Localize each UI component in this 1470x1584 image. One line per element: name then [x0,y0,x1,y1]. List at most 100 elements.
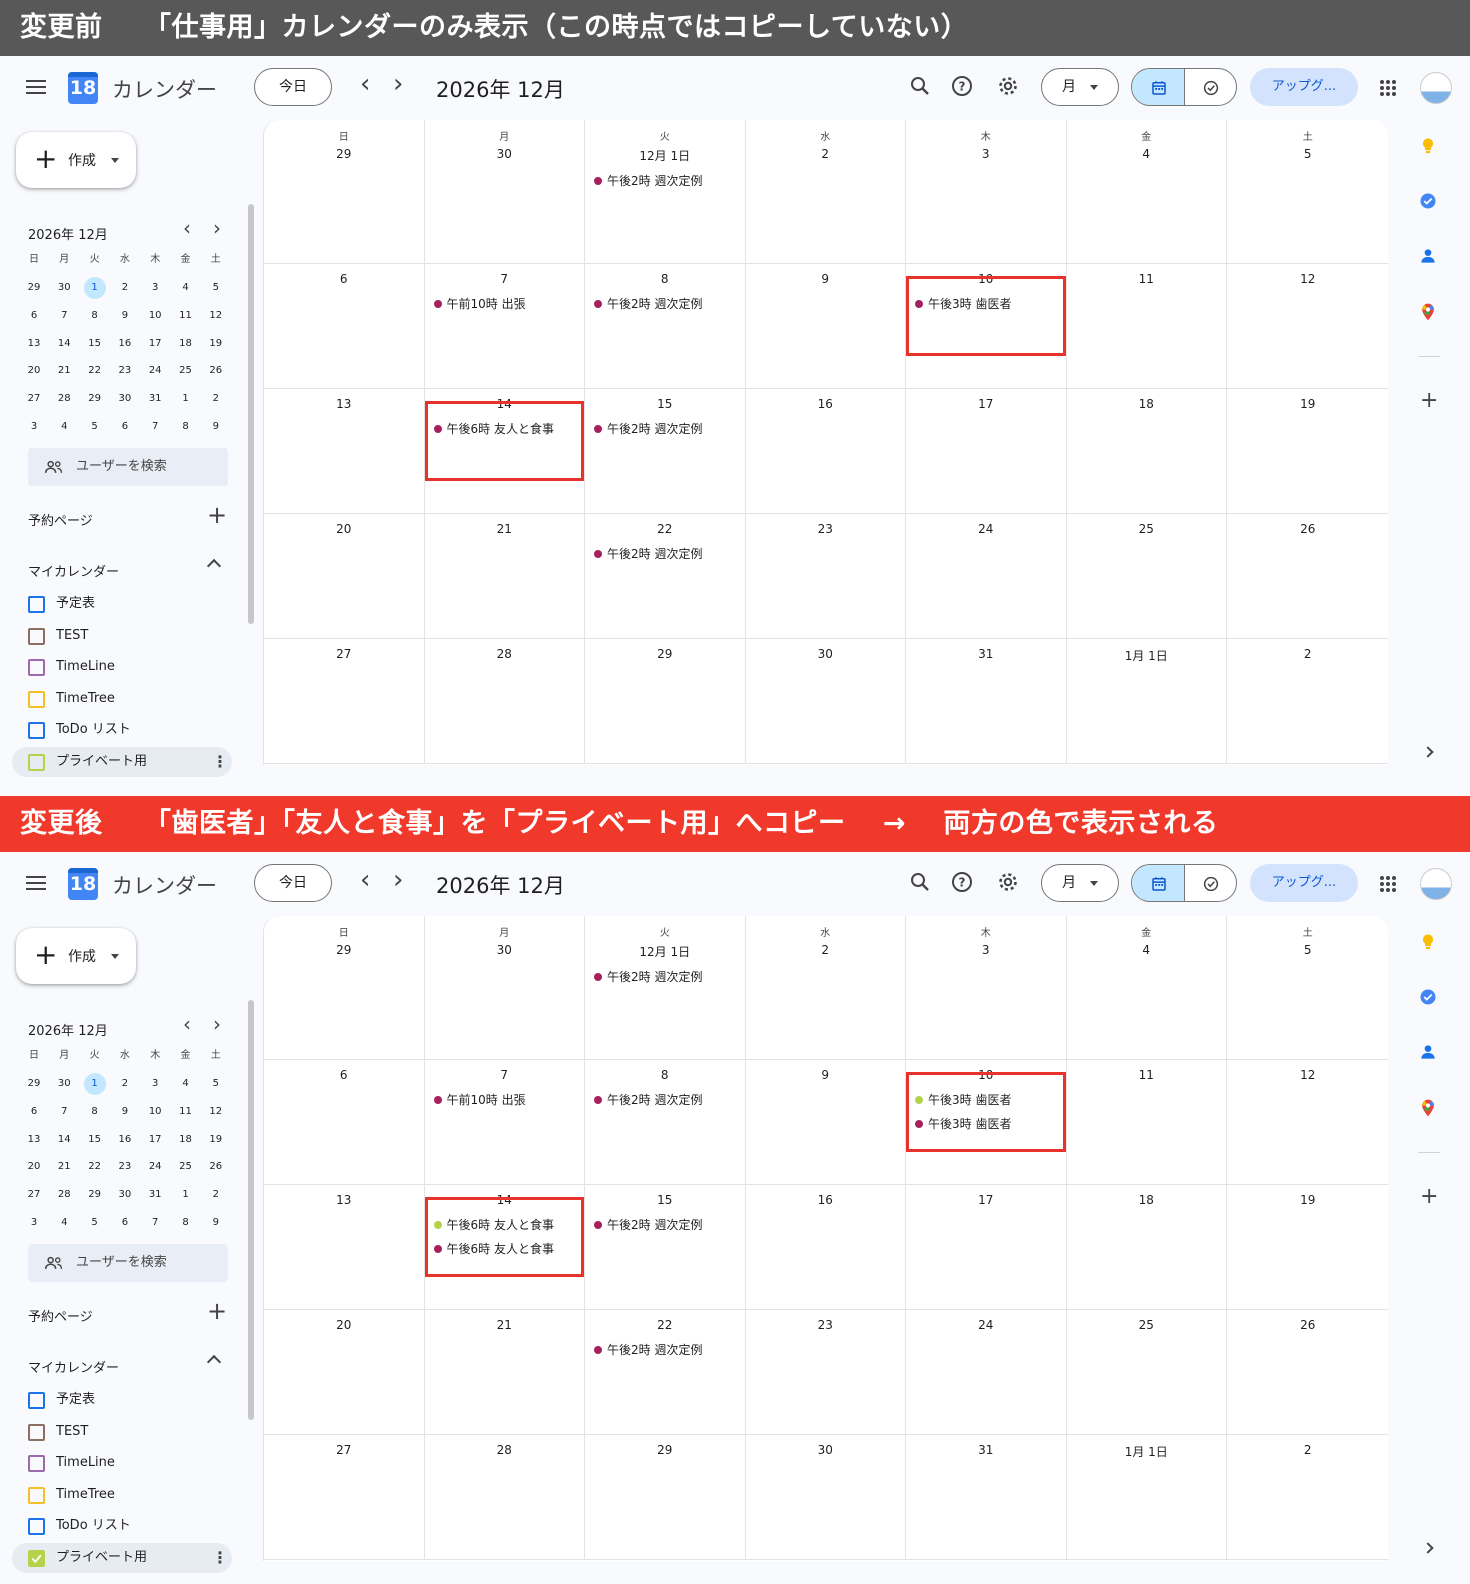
help-icon[interactable]: ? [950,74,976,100]
mini-day[interactable]: 8 [171,1209,201,1237]
day-number[interactable]: 7 [425,1068,585,1082]
day-number[interactable]: 31 [906,1443,1066,1457]
settings-gear-icon[interactable] [996,74,1022,100]
day-cell[interactable]: 6 [264,1060,425,1185]
mini-day[interactable]: 8 [171,413,201,441]
mini-day[interactable]: 12 [201,302,231,330]
mini-day[interactable]: 18 [171,330,201,358]
day-cell[interactable]: 月 30 [424,916,585,1060]
day-cell[interactable]: 20 [264,514,425,639]
mini-day[interactable]: 6 [19,1098,49,1126]
expand-side-panel-icon[interactable] [1422,1542,1434,1554]
day-cell[interactable]: 29 [585,639,746,764]
day-cell[interactable]: 1月 1日 [1066,1435,1227,1560]
mini-day[interactable]: 28 [49,385,79,413]
day-cell[interactable]: 6 [264,264,425,389]
mini-day[interactable]: 18 [171,1126,201,1154]
day-cell[interactable]: 9 [745,264,906,389]
sidebar-scrollbar[interactable] [248,1000,254,1420]
today-button[interactable]: 今日 [254,864,332,902]
account-avatar[interactable] [1420,72,1452,104]
day-cell[interactable]: 30 [745,639,906,764]
event-chip[interactable]: 午後2時 週次定例 [593,419,702,439]
mini-day[interactable]: 20 [19,1153,49,1181]
view-selector-dropdown[interactable]: 月 [1041,68,1119,106]
day-cell[interactable]: 12 [1227,1060,1388,1185]
day-cell[interactable]: 28 [424,639,585,764]
mini-day[interactable]: 14 [49,1126,79,1154]
event-chip[interactable]: 午後2時 週次定例 [593,1340,702,1360]
mini-day[interactable]: 6 [19,302,49,330]
calendar-list-item[interactable]: 予定表 [12,589,232,619]
more-options-icon[interactable]: ⋮ [212,747,228,777]
mini-day[interactable]: 27 [19,385,49,413]
event-chip[interactable]: 午前10時 出張 [433,294,526,314]
mini-day[interactable]: 29 [80,385,110,413]
mini-day[interactable]: 30 [49,274,79,302]
maps-icon[interactable] [1418,302,1438,322]
day-number[interactable]: 20 [264,1318,424,1332]
day-number[interactable]: 9 [746,272,906,286]
mini-day[interactable]: 9 [201,1209,231,1237]
day-cell[interactable]: 26 [1227,514,1388,639]
day-number[interactable]: 17 [906,1193,1066,1207]
day-number[interactable]: 11 [1067,272,1227,286]
mini-day[interactable]: 1 [80,274,110,302]
mini-day[interactable]: 4 [49,1209,79,1237]
mini-day[interactable]: 24 [140,357,170,385]
day-number[interactable]: 24 [906,522,1066,536]
mini-previous-icon[interactable]: ‹ [183,216,191,240]
calendar-list-item[interactable]: TimeTree [12,684,232,714]
mini-day[interactable]: 7 [140,1209,170,1237]
day-cell[interactable]: 25 [1066,514,1227,639]
day-number[interactable]: 29 [264,943,424,957]
mini-day[interactable]: 26 [201,357,231,385]
day-number[interactable]: 29 [585,1443,745,1457]
mini-day[interactable]: 16 [110,1126,140,1154]
mini-day[interactable]: 16 [110,330,140,358]
mini-day[interactable]: 2 [110,1070,140,1098]
chevron-up-icon[interactable] [206,558,222,574]
maps-icon[interactable] [1418,1098,1438,1118]
day-cell[interactable]: 8 [585,1060,746,1185]
mini-day[interactable]: 10 [140,1098,170,1126]
previous-month-icon[interactable]: ‹ [360,71,370,97]
tasks-view-toggle[interactable] [1185,865,1236,901]
day-number[interactable]: 19 [1227,397,1388,411]
day-number[interactable]: 21 [425,1318,585,1332]
get-addons-plus-icon[interactable]: + [1420,1186,1438,1208]
day-cell[interactable]: 24 [906,514,1067,639]
calendar-checkbox[interactable] [28,627,45,645]
chevron-up-icon[interactable] [206,1354,222,1370]
day-cell[interactable]: 7 [424,1060,585,1185]
day-number[interactable]: 11 [1067,1068,1227,1082]
day-cell[interactable]: 31 [906,639,1067,764]
calendar-checkbox[interactable] [28,1423,45,1441]
day-cell[interactable]: 土5 [1227,120,1388,264]
day-number[interactable]: 18 [1067,397,1227,411]
day-number[interactable]: 25 [1067,1318,1227,1332]
day-number[interactable]: 5 [1227,943,1388,957]
mini-day[interactable]: 7 [140,413,170,441]
calendar-checkbox[interactable] [28,690,45,708]
mini-day[interactable]: 7 [49,1098,79,1126]
mini-day[interactable]: 4 [49,413,79,441]
calendar-checkbox[interactable] [28,1518,45,1536]
day-number[interactable]: 17 [906,397,1066,411]
day-cell[interactable]: 火 12月 1日 [585,916,746,1060]
day-number[interactable]: 28 [425,647,585,661]
tasks-icon[interactable] [1418,191,1438,211]
day-cell[interactable]: 1月 1日 [1066,639,1227,764]
day-cell[interactable]: 2 [1227,1435,1388,1560]
day-cell[interactable]: 9 [745,1060,906,1185]
day-cell[interactable]: 日 29 [264,120,425,264]
calendar-tasks-toggle[interactable] [1131,68,1237,106]
mini-day[interactable]: 3 [140,1070,170,1098]
day-cell[interactable]: 木3 [906,916,1067,1060]
day-cell[interactable]: 7 [424,264,585,389]
day-cell[interactable]: 22 [585,1310,746,1435]
day-number[interactable]: 12 [1227,272,1388,286]
mini-day[interactable]: 22 [80,357,110,385]
previous-month-icon[interactable]: ‹ [360,867,370,893]
main-menu-icon[interactable] [26,876,46,890]
